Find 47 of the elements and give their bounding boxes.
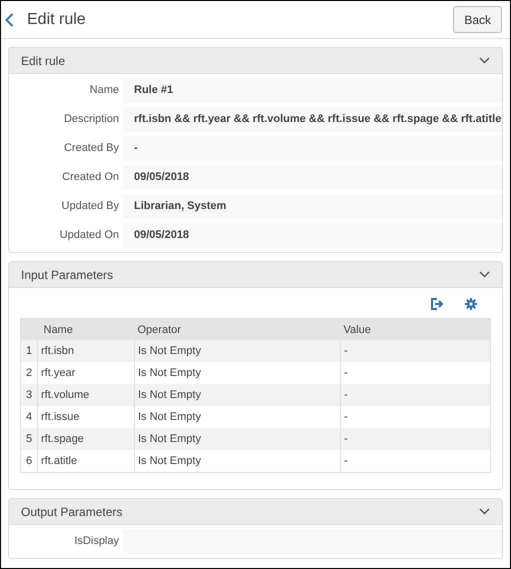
table-cell: -	[340, 340, 490, 362]
field-value: rft.isbn && rft.year && rft.volume && rft.issue && rft.spage && rft.atitle	[123, 107, 502, 132]
table-cell: -	[340, 428, 490, 450]
section-header[interactable]: Input Parameters	[9, 262, 502, 288]
settings-icon[interactable]	[465, 298, 477, 310]
field-value: Rule #1	[123, 78, 502, 103]
column-header: Operator	[134, 318, 340, 340]
row-number: 4	[20, 406, 38, 428]
table-cell: rft.spage	[38, 428, 134, 450]
field-value: 09/05/2018	[123, 165, 502, 190]
section-header[interactable]: Output Parameters	[9, 499, 502, 525]
table-cell: Is Not Empty	[134, 340, 340, 362]
row-number: 5	[20, 428, 38, 450]
row-number: 2	[20, 362, 38, 384]
export-icon[interactable]	[430, 298, 443, 310]
section-header[interactable]: Edit rule	[9, 48, 502, 74]
table-cell: Is Not Empty	[134, 450, 340, 472]
chevron-down-icon[interactable]	[479, 57, 490, 64]
field-label: Updated By	[60, 199, 120, 214]
field-label: Description	[62, 112, 120, 127]
row-number: 6	[20, 450, 38, 472]
table-cell: rft.isbn	[38, 340, 134, 362]
table-cell: -	[340, 450, 490, 472]
section-title: Input Parameters	[21, 268, 114, 282]
field-label: Updated On	[58, 228, 120, 243]
field-value: 09/05/2018	[123, 223, 502, 248]
section-title: Edit rule	[21, 54, 66, 68]
column-header: Value	[340, 318, 490, 340]
field-value: -	[123, 136, 502, 161]
page-title: Edit rule	[27, 10, 87, 28]
field-label: Created On	[61, 170, 120, 185]
field-label: Name	[88, 83, 120, 98]
table-cell: Is Not Empty	[134, 384, 340, 406]
table-cell: rft.volume	[38, 384, 134, 406]
row-number: 3	[20, 384, 38, 406]
table-cell: -	[340, 384, 490, 406]
section-title: Output Parameters	[21, 504, 122, 518]
table-cell: Is Not Empty	[134, 428, 340, 450]
chevron-down-icon[interactable]	[479, 271, 490, 278]
chevron-down-icon[interactable]	[479, 508, 490, 515]
back-button[interactable]: Back	[453, 6, 502, 33]
row-number: 1	[20, 340, 38, 362]
table-cell: rft.atitle	[38, 450, 134, 472]
field-label: Created By	[62, 141, 120, 156]
column-header: Name	[38, 318, 134, 340]
field-label: IsDisplay	[73, 534, 120, 549]
field-value: Librarian, System	[123, 194, 502, 219]
